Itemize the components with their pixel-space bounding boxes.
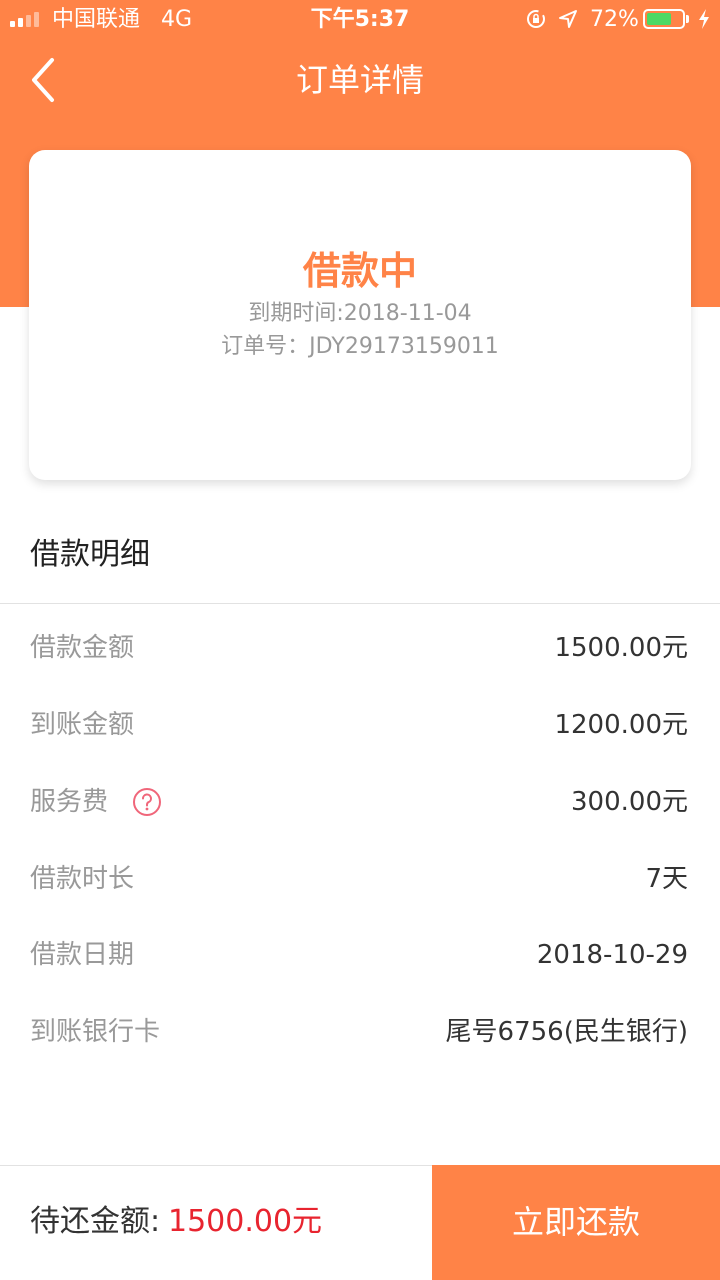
- status-bar: 中国联通 4G 下午5:37 72%: [0, 0, 720, 40]
- detail-label: 借款时长: [30, 864, 135, 894]
- detail-row-loan-term: 借款时长 7天: [30, 857, 688, 901]
- detail-value: 1200.00元: [554, 710, 688, 740]
- loan-status-card: 借款中 到期时间:2018-11-04 订单号：JDY29173159011: [29, 150, 691, 480]
- detail-label: 到账金额: [30, 710, 135, 740]
- detail-row-service-fee: 服务费 300.00元: [30, 780, 688, 824]
- chevron-left-icon: [32, 58, 54, 102]
- detail-label: 借款日期: [30, 940, 135, 970]
- detail-row-received-amount: 到账金额 1200.00元: [30, 703, 688, 747]
- question-circle-icon[interactable]: [132, 787, 162, 817]
- detail-label: 借款金额: [30, 633, 135, 663]
- battery-icon: [643, 9, 685, 29]
- loan-status: 借款中: [302, 249, 417, 293]
- due-date: 到期时间:2018-11-04: [248, 301, 472, 326]
- due-amount-value: 1500.00元: [168, 1204, 323, 1239]
- detail-value: 1500.00元: [554, 633, 688, 663]
- divider: [0, 603, 720, 604]
- location-icon: [559, 10, 577, 28]
- battery-level: [647, 13, 671, 25]
- charging-icon: [699, 9, 709, 29]
- detail-row-bank-card: 到账银行卡 尾号6756(民生银行): [30, 1010, 688, 1054]
- detail-label: 服务费: [30, 787, 109, 817]
- section-title: 借款明细: [30, 537, 150, 572]
- detail-value: 尾号6756(民生银行): [445, 1017, 688, 1047]
- detail-row-loan-date: 借款日期 2018-10-29: [30, 933, 688, 977]
- repay-now-button[interactable]: 立即还款: [432, 1165, 720, 1280]
- detail-value: 300.00元: [571, 787, 688, 817]
- battery-percent: 72%: [590, 7, 639, 32]
- detail-value: 7天: [645, 864, 688, 894]
- back-button[interactable]: [24, 56, 64, 104]
- detail-value: 2018-10-29: [536, 940, 688, 970]
- detail-row-loan-amount: 借款金额 1500.00元: [30, 626, 688, 670]
- battery-tip: [686, 15, 689, 23]
- rotation-lock-icon: [527, 10, 545, 28]
- page-title: 订单详情: [295, 61, 424, 99]
- due-amount-label: 待还金额:: [30, 1204, 161, 1239]
- detail-label: 到账银行卡: [30, 1017, 161, 1047]
- order-number: 订单号：JDY29173159011: [221, 334, 499, 359]
